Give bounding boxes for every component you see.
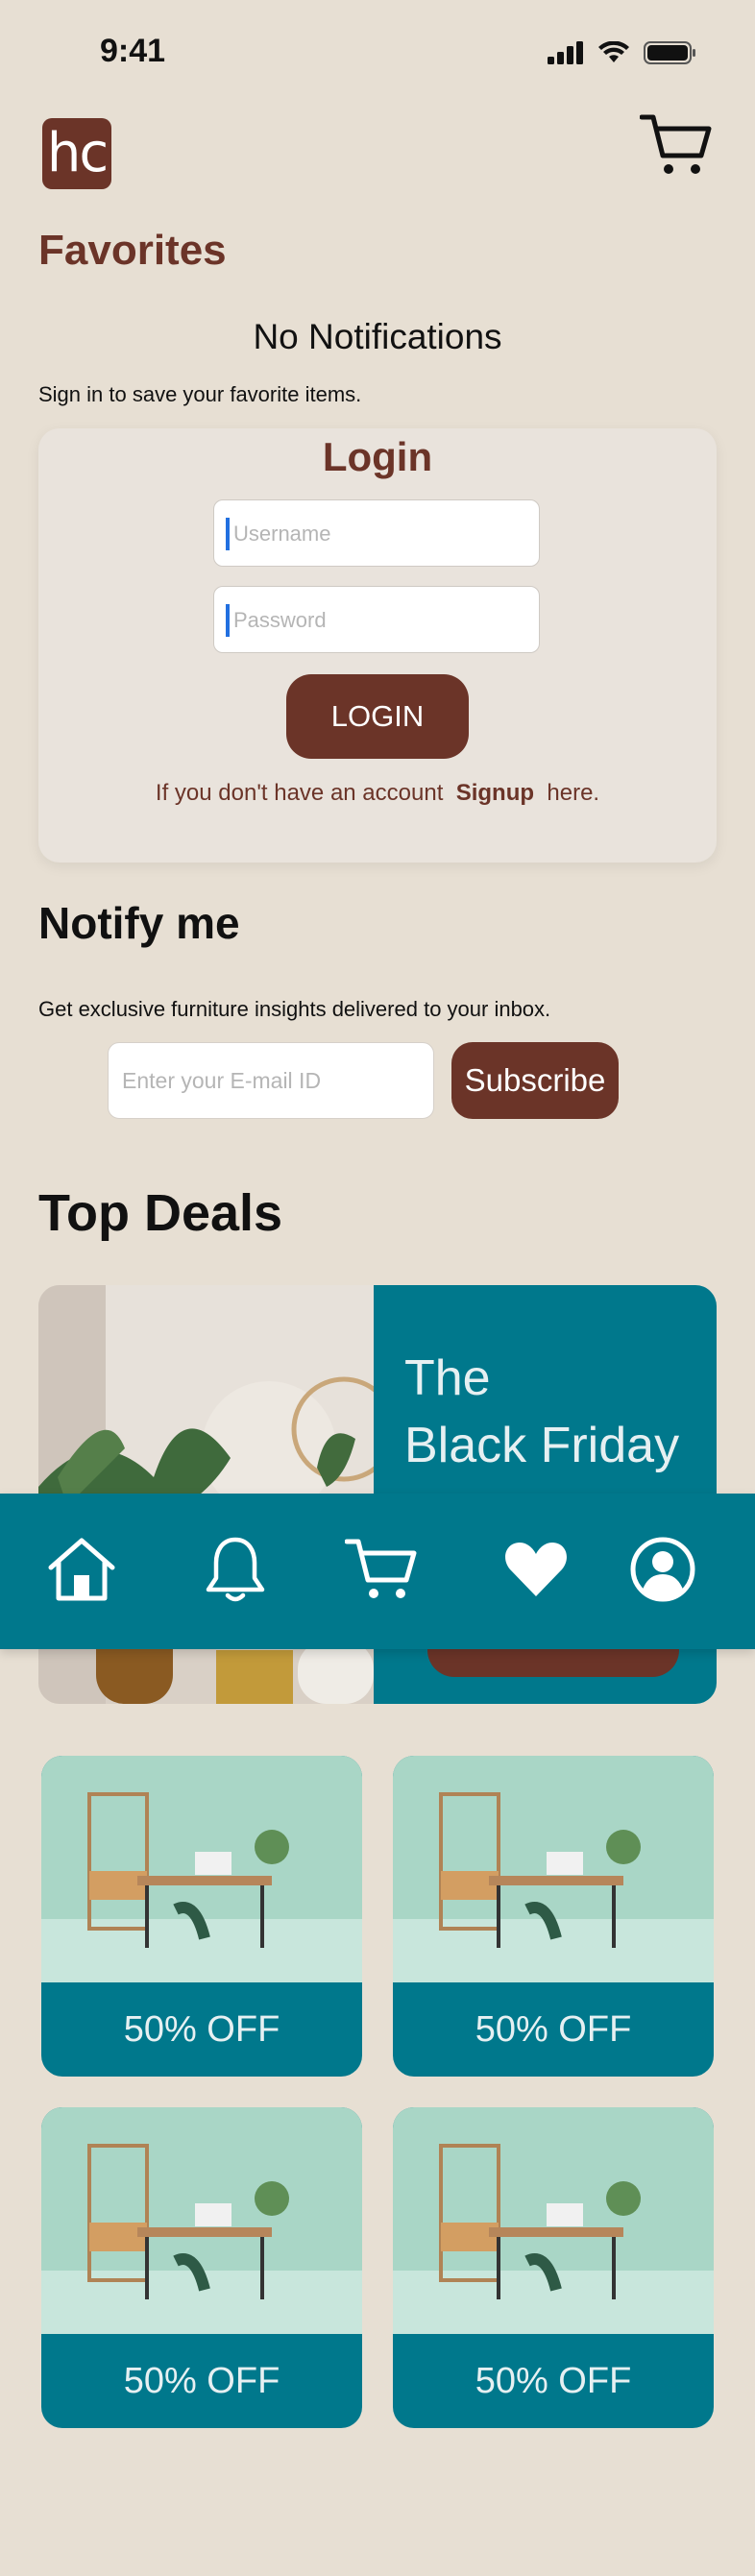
deal-label: 50% OFF [475, 2009, 632, 2050]
heart-icon[interactable] [493, 1526, 579, 1613]
login-button[interactable]: LOGIN [286, 674, 469, 759]
status-icons [548, 40, 697, 65]
deals-title: Top Deals [38, 1184, 283, 1242]
banner-headline: The Black Friday [404, 1345, 679, 1479]
profile-icon[interactable] [620, 1526, 706, 1613]
deal-label: 50% OFF [123, 2009, 280, 2050]
deal-card[interactable]: 50% OFF [393, 2107, 714, 2428]
status-time: 9:41 [100, 33, 166, 69]
page-title: Favorites [38, 227, 227, 274]
deal-image [41, 1756, 362, 1982]
deal-image [393, 1756, 714, 1982]
deal-image [393, 2107, 714, 2334]
text-caret [226, 518, 230, 550]
login-title: Login [322, 434, 433, 479]
bell-icon[interactable] [192, 1526, 279, 1613]
signup-prefix: If you don't have an account [155, 780, 444, 806]
banner-line-1: The [404, 1350, 491, 1406]
deal-label: 50% OFF [475, 2361, 632, 2401]
username-input[interactable]: Username [213, 499, 540, 567]
notify-title: Notify me [38, 898, 240, 948]
email-input[interactable]: Enter your E-mail ID [108, 1042, 434, 1119]
deal-card[interactable]: 50% OFF [393, 1756, 714, 2077]
home-icon[interactable] [38, 1526, 125, 1613]
username-placeholder: Username [233, 522, 331, 546]
notify-subtitle: Get exclusive furniture insights deliver… [38, 997, 551, 1021]
signup-line: If you don't have an account Signup here… [38, 780, 717, 807]
password-input[interactable]: Password [213, 586, 540, 653]
deal-card[interactable]: 50% OFF [41, 1756, 362, 2077]
login-card: Login Username Password LOGIN If you don… [38, 428, 717, 863]
deal-image [41, 2107, 362, 2334]
deal-label: 50% OFF [123, 2361, 280, 2401]
signup-link[interactable]: Signup [456, 780, 534, 806]
cart-icon[interactable] [338, 1526, 425, 1613]
brand-logo[interactable]: hc [42, 118, 111, 189]
signup-suffix: here. [547, 780, 600, 806]
cart-icon[interactable] [640, 111, 713, 179]
banner-line-2: Black Friday [404, 1418, 680, 1473]
email-placeholder: Enter your E-mail ID [122, 1068, 322, 1093]
empty-state-text: No Notifications [253, 317, 502, 356]
wifi-icon [598, 41, 629, 62]
password-placeholder: Password [233, 608, 327, 632]
text-caret [226, 604, 230, 637]
bottom-nav [0, 1494, 755, 1649]
battery-icon [644, 41, 695, 64]
subscribe-button[interactable]: Subscribe [451, 1042, 619, 1119]
deal-card[interactable]: 50% OFF [41, 2107, 362, 2428]
signal-icon [548, 41, 583, 64]
signin-prompt: Sign in to save your favorite items. [38, 382, 362, 406]
